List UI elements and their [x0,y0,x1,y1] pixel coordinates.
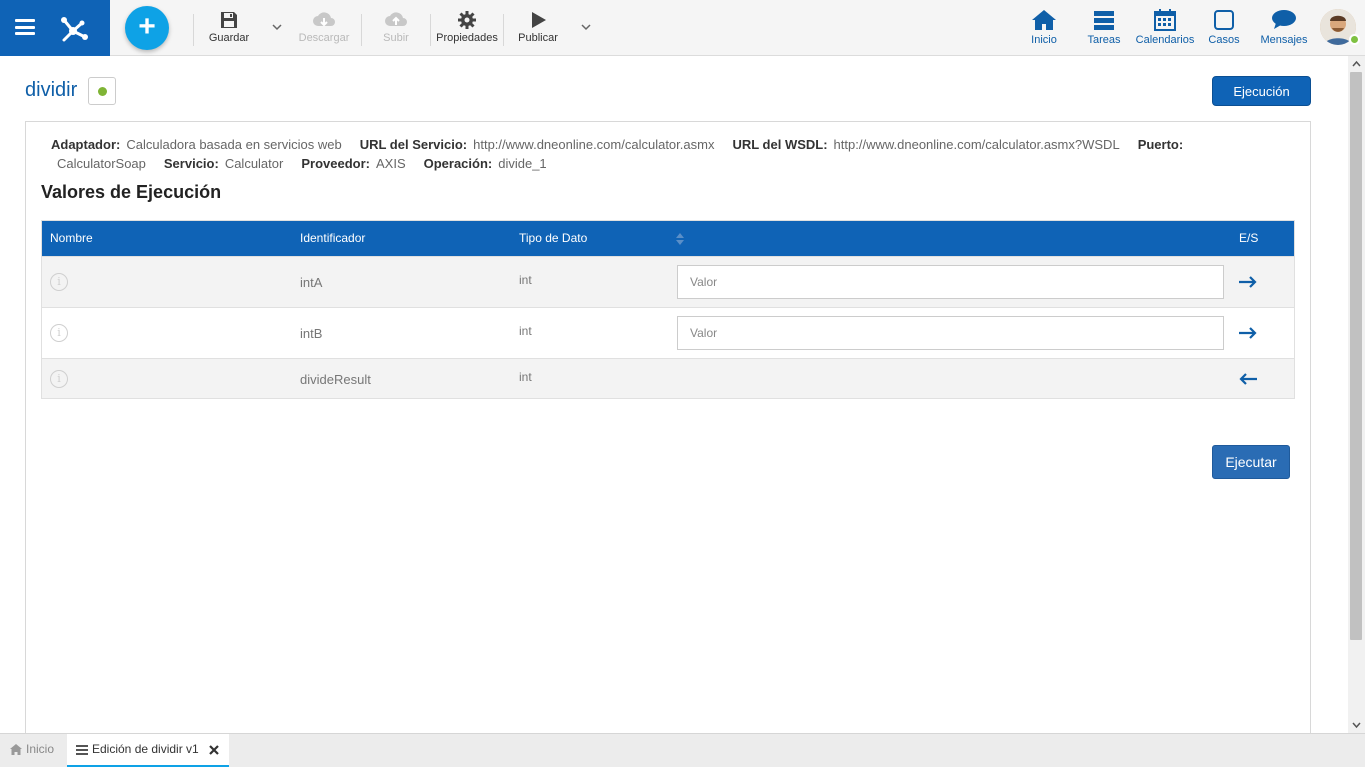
nav-home[interactable]: Inicio [1027,9,1061,46]
save-label: Guardar [208,32,250,44]
status-indicator[interactable] [88,77,116,105]
nav-home-label: Inicio [1031,34,1057,46]
row-type: int [519,273,532,287]
info-icon[interactable]: i [50,273,68,291]
publish-button[interactable]: Publicar [516,10,560,44]
adapter-info: Adaptador: Calculadora basada en servicio… [51,135,1291,173]
publish-label: Publicar [518,32,558,44]
input-arrow-right-icon [1239,276,1257,288]
table-row: i intA int [42,256,1294,307]
save-button[interactable]: Guardar [206,10,252,44]
chat-bubble-icon [1272,10,1296,29]
info-port-value: CalculatorSoap [57,156,146,171]
tasks-icon [1094,11,1114,30]
properties-button[interactable]: Propiedades [436,10,498,44]
cloud-download-icon [313,12,335,27]
nav-cases-label: Casos [1208,34,1240,46]
upload-button[interactable]: Subir [378,10,414,44]
save-options-chevron-down-icon[interactable] [272,22,282,32]
row-type: int [519,324,532,338]
info-icon[interactable]: i [50,324,68,342]
execution-panel: Adaptador: Calculadora basada en servicio… [25,121,1311,736]
home-icon [10,744,22,755]
scroll-up-icon[interactable] [1352,60,1361,69]
row-type: int [519,370,532,384]
scroll-down-icon[interactable] [1352,720,1361,729]
add-button[interactable]: + [125,6,169,50]
output-arrow-left-icon [1239,373,1257,385]
info-service-url: URL del Servicio: http://www.dneonline.co… [359,137,715,152]
value-input-intB[interactable] [677,316,1224,350]
upload-label: Subir [383,32,409,44]
info-adapter: Adaptador: Calculadora basada en servicio… [51,137,342,152]
menu-icon[interactable] [15,19,35,35]
toolbar-divider [361,14,362,46]
status-dot-icon [98,87,107,96]
execution-values-table: Nombre Identificador Tipo de Dato E/S i … [41,220,1295,399]
home-icon [1032,10,1056,30]
top-toolbar: + Guardar Descargar Subir Propiedades Pu… [0,0,1365,56]
header-io[interactable]: E/S [1239,231,1258,245]
tab-home-label: Inicio [26,742,55,756]
info-port-label: Puerto: [1137,137,1184,152]
nav-messages[interactable]: Mensajes [1259,9,1309,46]
toolbar-divider [503,14,504,46]
publish-options-chevron-down-icon[interactable] [581,22,591,32]
row-identifier: intB [300,326,323,341]
info-provider: Proveedor: AXIS [301,156,406,171]
nav-tasks-label: Tareas [1087,34,1121,46]
info-operation: Operación: divide_1 [423,156,547,171]
tab-edit-dividir[interactable]: Edición de dividir v1 [67,734,229,767]
download-label: Descargar [298,32,350,44]
list-icon [76,745,88,755]
execute-button[interactable]: Ejecutar [1212,445,1290,479]
tab-home[interactable]: Inicio [10,734,62,767]
bottom-tab-bar: Inicio Edición de dividir v1 [0,733,1365,767]
info-icon[interactable]: i [50,370,68,388]
vertical-scrollbar[interactable] [1348,56,1365,733]
section-title: Valores de Ejecución [41,182,222,202]
close-icon[interactable] [209,745,219,755]
toolbar-divider [430,14,431,46]
nav-tasks[interactable]: Tareas [1085,9,1123,46]
execution-tab-button[interactable]: Ejecución [1212,76,1311,106]
nav-cases[interactable]: Casos [1206,9,1242,46]
sort-icon[interactable] [676,233,684,245]
app-logo-icon[interactable] [55,10,91,46]
header-identifier[interactable]: Identificador [300,231,365,245]
cloud-upload-icon [385,12,407,26]
row-identifier: divideResult [300,372,371,387]
page-title: dividir [25,79,78,101]
calendar-icon [1154,9,1176,31]
brand-area [0,0,110,56]
value-input-intA[interactable] [677,265,1224,299]
input-arrow-right-icon [1239,327,1257,339]
online-status-indicator [1349,34,1360,45]
toolbar-divider [193,14,194,46]
play-icon [532,12,546,28]
nav-messages-label: Mensajes [1260,34,1308,46]
row-identifier: intA [300,275,323,290]
properties-label: Propiedades [436,32,498,44]
nav-calendars[interactable]: Calendarios [1134,9,1196,46]
save-icon [221,12,237,28]
case-square-icon [1214,10,1234,30]
info-wsdl-url: URL del WSDL: http://www.dneonline.com/ca… [732,137,1120,152]
header-name[interactable]: Nombre [50,231,93,245]
scroll-thumb[interactable] [1350,72,1362,640]
table-row: i intB int [42,307,1294,358]
download-button[interactable]: Descargar [296,10,352,44]
table-header: Nombre Identificador Tipo de Dato E/S [42,221,1294,256]
tab-edit-label: Edición de dividir v1 [92,742,199,756]
gear-icon [458,11,476,29]
table-row: i divideResult int [42,358,1294,398]
header-type[interactable]: Tipo de Dato [519,231,587,245]
nav-calendars-label: Calendarios [1135,34,1195,46]
info-service: Servicio: Calculator [163,156,284,171]
